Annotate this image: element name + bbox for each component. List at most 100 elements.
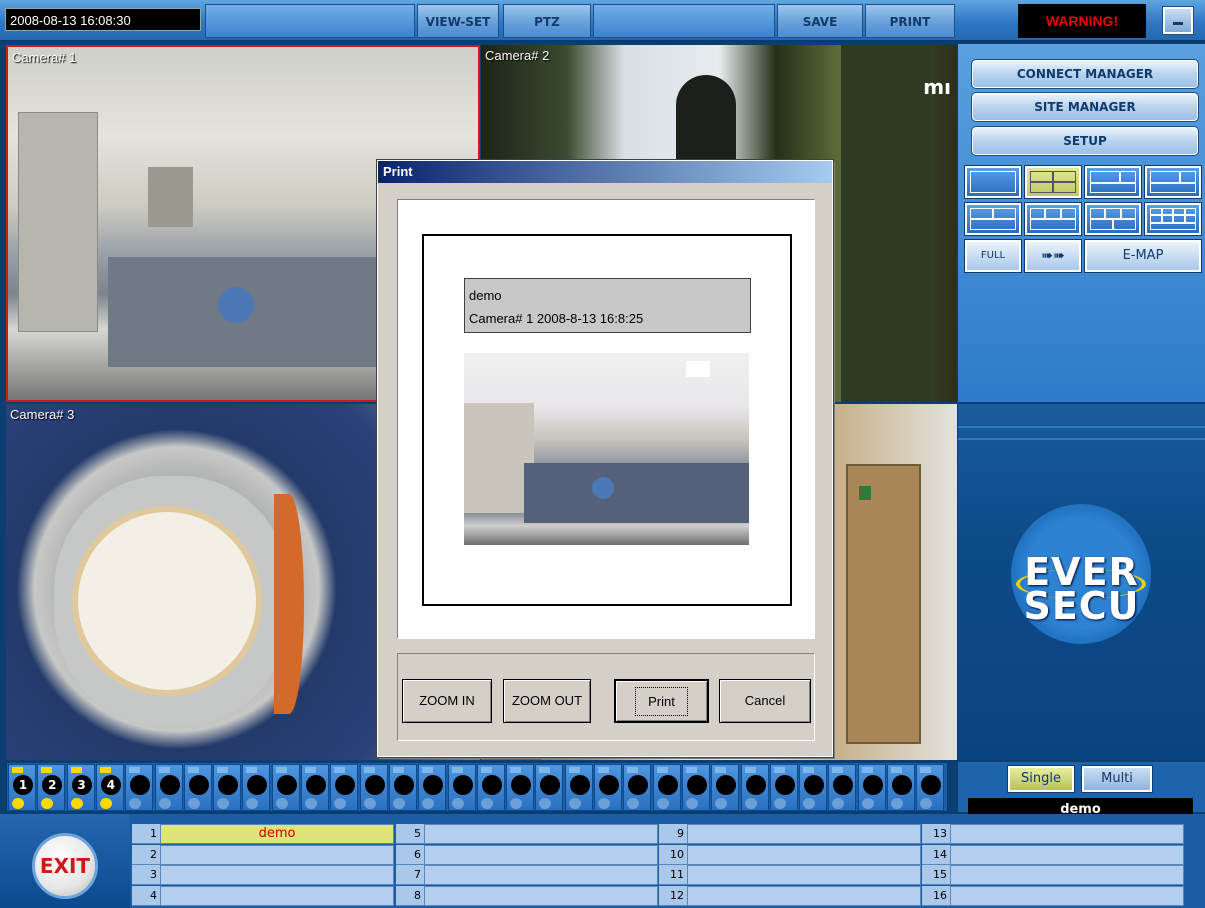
camera-channel-button[interactable] — [740, 764, 769, 811]
camera-channel-button[interactable]: 3 — [66, 764, 95, 811]
camera-channel-button[interactable] — [564, 764, 593, 811]
camera-channel-button[interactable]: 4 — [95, 764, 124, 811]
speaker-icon — [217, 798, 230, 809]
minimize-button[interactable] — [1162, 6, 1194, 35]
camera-channel-button[interactable] — [271, 764, 300, 811]
camera-channel-button[interactable] — [330, 764, 359, 811]
exit-button[interactable]: EXIT — [32, 833, 98, 899]
camera-channel-button[interactable] — [623, 764, 652, 811]
camera-channel-button[interactable] — [857, 764, 886, 811]
site-row[interactable]: 14 — [922, 844, 1184, 866]
site-name-cell[interactable]: demo — [160, 824, 394, 844]
camera-channel-button[interactable] — [125, 764, 154, 811]
camera-channel-button[interactable] — [388, 764, 417, 811]
site-name-cell[interactable] — [424, 824, 658, 844]
site-name-cell[interactable] — [160, 885, 394, 906]
folder-icon — [158, 767, 170, 773]
site-name-cell[interactable] — [687, 824, 921, 844]
site-row[interactable]: 10 — [659, 844, 921, 866]
camera-channel-button[interactable] — [154, 764, 183, 811]
view-set-button[interactable]: VIEW-SET — [417, 4, 499, 38]
site-row[interactable]: 9 — [659, 824, 921, 845]
camera-channel-button[interactable] — [799, 764, 828, 811]
camera-channel-button[interactable] — [887, 764, 915, 811]
layout-1-button[interactable] — [964, 165, 1022, 199]
connect-manager-button[interactable]: CONNECT MANAGER — [971, 59, 1199, 89]
site-row[interactable]: 4 — [132, 885, 394, 907]
sequence-button[interactable]: ➠➠ — [1024, 239, 1082, 273]
zoom-in-button[interactable]: ZOOM IN — [402, 679, 492, 723]
layout-8-button[interactable] — [1144, 165, 1202, 199]
camera-channel-button[interactable] — [183, 764, 212, 811]
camera-channel-button[interactable] — [242, 764, 271, 811]
site-name-cell[interactable] — [687, 885, 921, 906]
site-manager-button[interactable]: SITE MANAGER — [971, 92, 1199, 122]
site-list-panel: EXIT 1 demo 2 3 4 5 6 7 8 9 10 11 12 13 14 15 16 — [0, 814, 1205, 908]
camera-channel-button[interactable] — [769, 764, 798, 811]
camera-channel-button[interactable] — [213, 764, 242, 811]
site-name-cell[interactable] — [424, 865, 658, 885]
camera-channel-button[interactable] — [359, 764, 388, 811]
speaker-icon — [158, 798, 171, 809]
camera-channel-button[interactable] — [418, 764, 447, 811]
site-name-cell[interactable] — [424, 885, 658, 906]
camera-channel-button[interactable] — [652, 764, 681, 811]
layout-4-icon-cell — [1030, 182, 1053, 193]
site-name-cell[interactable] — [950, 824, 1184, 844]
site-row[interactable]: 7 — [396, 865, 658, 886]
site-row[interactable]: 16 — [922, 885, 1184, 907]
zoom-out-button[interactable]: ZOOM OUT — [503, 679, 591, 723]
camera-channel-button[interactable]: 1 — [8, 764, 36, 811]
site-name-cell[interactable] — [950, 844, 1184, 865]
single-mode-button[interactable]: Single — [1007, 765, 1075, 793]
layout-10-button[interactable] — [1024, 202, 1082, 236]
site-name-cell[interactable] — [424, 844, 658, 865]
layout-9-button[interactable] — [964, 202, 1022, 236]
camera-channel-button[interactable] — [916, 764, 945, 811]
camera-channel-button[interactable] — [476, 764, 505, 811]
layout-6-button[interactable] — [1084, 165, 1142, 199]
site-row[interactable]: 8 — [396, 885, 658, 907]
layout-4-button[interactable] — [1024, 165, 1082, 199]
site-row[interactable]: 1 demo — [132, 824, 394, 845]
camera-channel-button[interactable] — [535, 764, 564, 811]
camera-channel-button[interactable] — [828, 764, 857, 811]
site-row[interactable]: 12 — [659, 885, 921, 907]
camera-channel-button[interactable] — [594, 764, 622, 811]
site-row[interactable]: 13 — [922, 824, 1184, 845]
print-button[interactable]: PRINT — [865, 4, 955, 38]
warning-indicator[interactable]: WARNING! — [1018, 4, 1146, 38]
site-row[interactable]: 2 — [132, 844, 394, 866]
camera-channel-button[interactable] — [711, 764, 740, 811]
site-row[interactable]: 15 — [922, 865, 1184, 886]
site-name-cell[interactable] — [687, 844, 921, 865]
full-screen-button[interactable]: FULL — [964, 239, 1022, 273]
site-row[interactable]: 5 — [396, 824, 658, 845]
multi-mode-button[interactable]: Multi — [1081, 765, 1153, 793]
ptz-button[interactable]: PTZ — [503, 4, 591, 38]
camera-channel-button[interactable] — [506, 764, 535, 811]
folder-icon — [422, 767, 434, 773]
site-name-cell[interactable] — [160, 865, 394, 885]
print-confirm-button[interactable]: Print — [614, 679, 709, 723]
site-name-cell[interactable] — [687, 865, 921, 885]
camera-channel-button[interactable] — [681, 764, 710, 811]
print-preview-area: demo Camera# 1 2008-8-13 16:8:25 — [397, 199, 815, 639]
setup-button[interactable]: SETUP — [971, 126, 1199, 156]
site-name-cell[interactable] — [950, 885, 1184, 906]
cancel-button[interactable]: Cancel — [719, 679, 811, 723]
layout-16-button[interactable] — [1144, 202, 1202, 236]
site-name-cell[interactable] — [950, 865, 1184, 885]
camera-channel-button[interactable] — [301, 764, 329, 811]
site-row[interactable]: 6 — [396, 844, 658, 866]
site-name-cell[interactable] — [160, 844, 394, 865]
speaker-icon — [363, 798, 376, 809]
layout-13-button[interactable] — [1084, 202, 1142, 236]
site-row[interactable]: 3 — [132, 865, 394, 886]
emap-button[interactable]: E-MAP — [1084, 239, 1202, 273]
save-button[interactable]: SAVE — [777, 4, 863, 38]
camera-channel-button[interactable]: 2 — [37, 764, 66, 811]
camera-channel-button[interactable] — [447, 764, 476, 811]
site-row[interactable]: 11 — [659, 865, 921, 886]
folder-icon — [861, 767, 873, 773]
